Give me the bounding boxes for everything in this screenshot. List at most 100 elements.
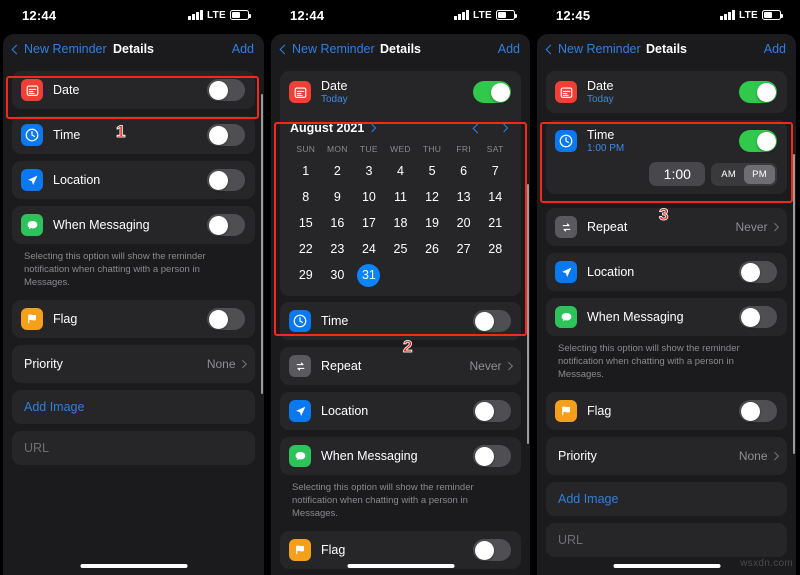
when-messaging-row[interactable]: When Messaging [546, 298, 787, 336]
back-button[interactable]: New Reminder [279, 42, 375, 56]
back-button[interactable]: New Reminder [11, 42, 107, 56]
add-button[interactable]: Add [498, 42, 520, 56]
date-row[interactable]: Date Today [280, 71, 521, 113]
am-option[interactable]: AM [713, 165, 744, 184]
calendar-day[interactable]: 10 [353, 184, 385, 210]
home-indicator [347, 564, 454, 568]
time-toggle[interactable] [207, 124, 245, 146]
calendar-day-selected[interactable]: 31 [353, 262, 385, 288]
add-button[interactable]: Add [764, 42, 786, 56]
calendar-day[interactable]: 11 [385, 184, 417, 210]
repeat-row[interactable]: Repeat Never [280, 347, 521, 385]
calendar-day[interactable]: 27 [448, 236, 480, 262]
repeat-icon [289, 355, 311, 377]
flag-row[interactable]: Flag [12, 300, 255, 338]
calendar-day[interactable]: 2 [322, 158, 354, 184]
chevron-left-icon [545, 44, 556, 54]
flag-label: Flag [53, 312, 78, 326]
calendar-day[interactable]: 6 [448, 158, 480, 184]
chevron-right-icon [368, 123, 377, 133]
flag-toggle[interactable] [207, 308, 245, 330]
calendar-day[interactable]: 3 [353, 158, 385, 184]
pm-option[interactable]: PM [744, 164, 775, 184]
location-card: Location [280, 392, 521, 430]
month-selector[interactable]: August 2021 [290, 121, 377, 135]
date-toggle[interactable] [739, 81, 777, 103]
flag-row[interactable]: Flag [546, 392, 787, 430]
priority-row[interactable]: Priority None [546, 437, 787, 475]
url-field[interactable]: URL [546, 523, 787, 557]
calendar-day[interactable]: 25 [385, 236, 417, 262]
calendar-day[interactable]: 29 [290, 262, 322, 288]
time-row[interactable]: Time [12, 116, 255, 154]
url-field[interactable]: URL [12, 431, 255, 465]
calendar-day[interactable]: 5 [416, 158, 448, 184]
location-toggle[interactable] [739, 261, 777, 283]
calendar-day[interactable]: 15 [290, 210, 322, 236]
date-row[interactable]: Date Today [546, 71, 787, 113]
calendar-day[interactable]: 20 [448, 210, 480, 236]
when-messaging-row[interactable]: When Messaging [280, 437, 521, 475]
repeat-card: Repeat Never [280, 347, 521, 385]
when-messaging-toggle[interactable] [473, 445, 511, 467]
add-button[interactable]: Add [232, 42, 254, 56]
when-messaging-toggle[interactable] [739, 306, 777, 328]
calendar-day[interactable]: 7 [479, 158, 511, 184]
home-indicator [80, 564, 187, 568]
flag-toggle[interactable] [473, 539, 511, 561]
location-toggle[interactable] [473, 400, 511, 422]
priority-row[interactable]: Priority None [12, 345, 255, 383]
calendar-day[interactable]: 18 [385, 210, 417, 236]
calendar-day[interactable]: 8 [290, 184, 322, 210]
priority-card: Priority None [12, 345, 255, 383]
calendar-day[interactable]: 12 [416, 184, 448, 210]
calendar-day[interactable]: 30 [322, 262, 354, 288]
time-input[interactable]: 1:00 [649, 162, 706, 186]
calendar-day[interactable]: 22 [290, 236, 322, 262]
add-image-row[interactable]: Add Image [546, 482, 787, 516]
scrollbar[interactable] [527, 184, 529, 444]
calendar-day[interactable]: 4 [385, 158, 417, 184]
next-month-button[interactable] [499, 123, 509, 133]
date-row[interactable]: Date [12, 71, 255, 109]
battery-icon [496, 10, 517, 20]
location-toggle[interactable] [207, 169, 245, 191]
calendar-icon [555, 81, 577, 103]
back-button[interactable]: New Reminder [545, 42, 641, 56]
time-toggle[interactable] [473, 310, 511, 332]
calendar-day[interactable]: 17 [353, 210, 385, 236]
calendar-day[interactable]: 28 [479, 236, 511, 262]
calendar-day[interactable]: 24 [353, 236, 385, 262]
previous-month-button[interactable] [472, 123, 483, 133]
calendar-day[interactable]: 13 [448, 184, 480, 210]
date-toggle[interactable] [473, 81, 511, 103]
calendar-day[interactable]: 21 [479, 210, 511, 236]
time-row[interactable]: Time 1:00 PM [546, 120, 787, 162]
location-row[interactable]: Location [280, 392, 521, 430]
add-image-row[interactable]: Add Image [12, 390, 255, 424]
date-toggle[interactable] [207, 79, 245, 101]
details-sheet: New Reminder Details Add Date [3, 34, 264, 575]
calendar-day[interactable]: 26 [416, 236, 448, 262]
calendar-day[interactable]: 23 [322, 236, 354, 262]
time-toggle[interactable] [739, 130, 777, 152]
when-messaging-toggle[interactable] [207, 214, 245, 236]
status-bar-clock: 12:45 [556, 7, 591, 23]
scrollbar[interactable] [793, 154, 795, 454]
calendar-day[interactable]: 14 [479, 184, 511, 210]
calendar-day[interactable]: 1 [290, 158, 322, 184]
time-card: Time [12, 116, 255, 154]
time-row[interactable]: Time [280, 302, 521, 340]
scrollbar[interactable] [261, 94, 263, 394]
calendar-day[interactable]: 16 [322, 210, 354, 236]
location-row[interactable]: Location [12, 161, 255, 199]
calendar-icon [21, 79, 43, 101]
flag-toggle[interactable] [739, 400, 777, 422]
location-row[interactable]: Location [546, 253, 787, 291]
priority-card: Priority None [546, 437, 787, 475]
flag-label: Flag [587, 404, 612, 418]
calendar-day[interactable]: 19 [416, 210, 448, 236]
messaging-footnote: Selecting this option will show the remi… [558, 343, 740, 380]
when-messaging-row[interactable]: When Messaging [12, 206, 255, 244]
calendar-day[interactable]: 9 [322, 184, 354, 210]
